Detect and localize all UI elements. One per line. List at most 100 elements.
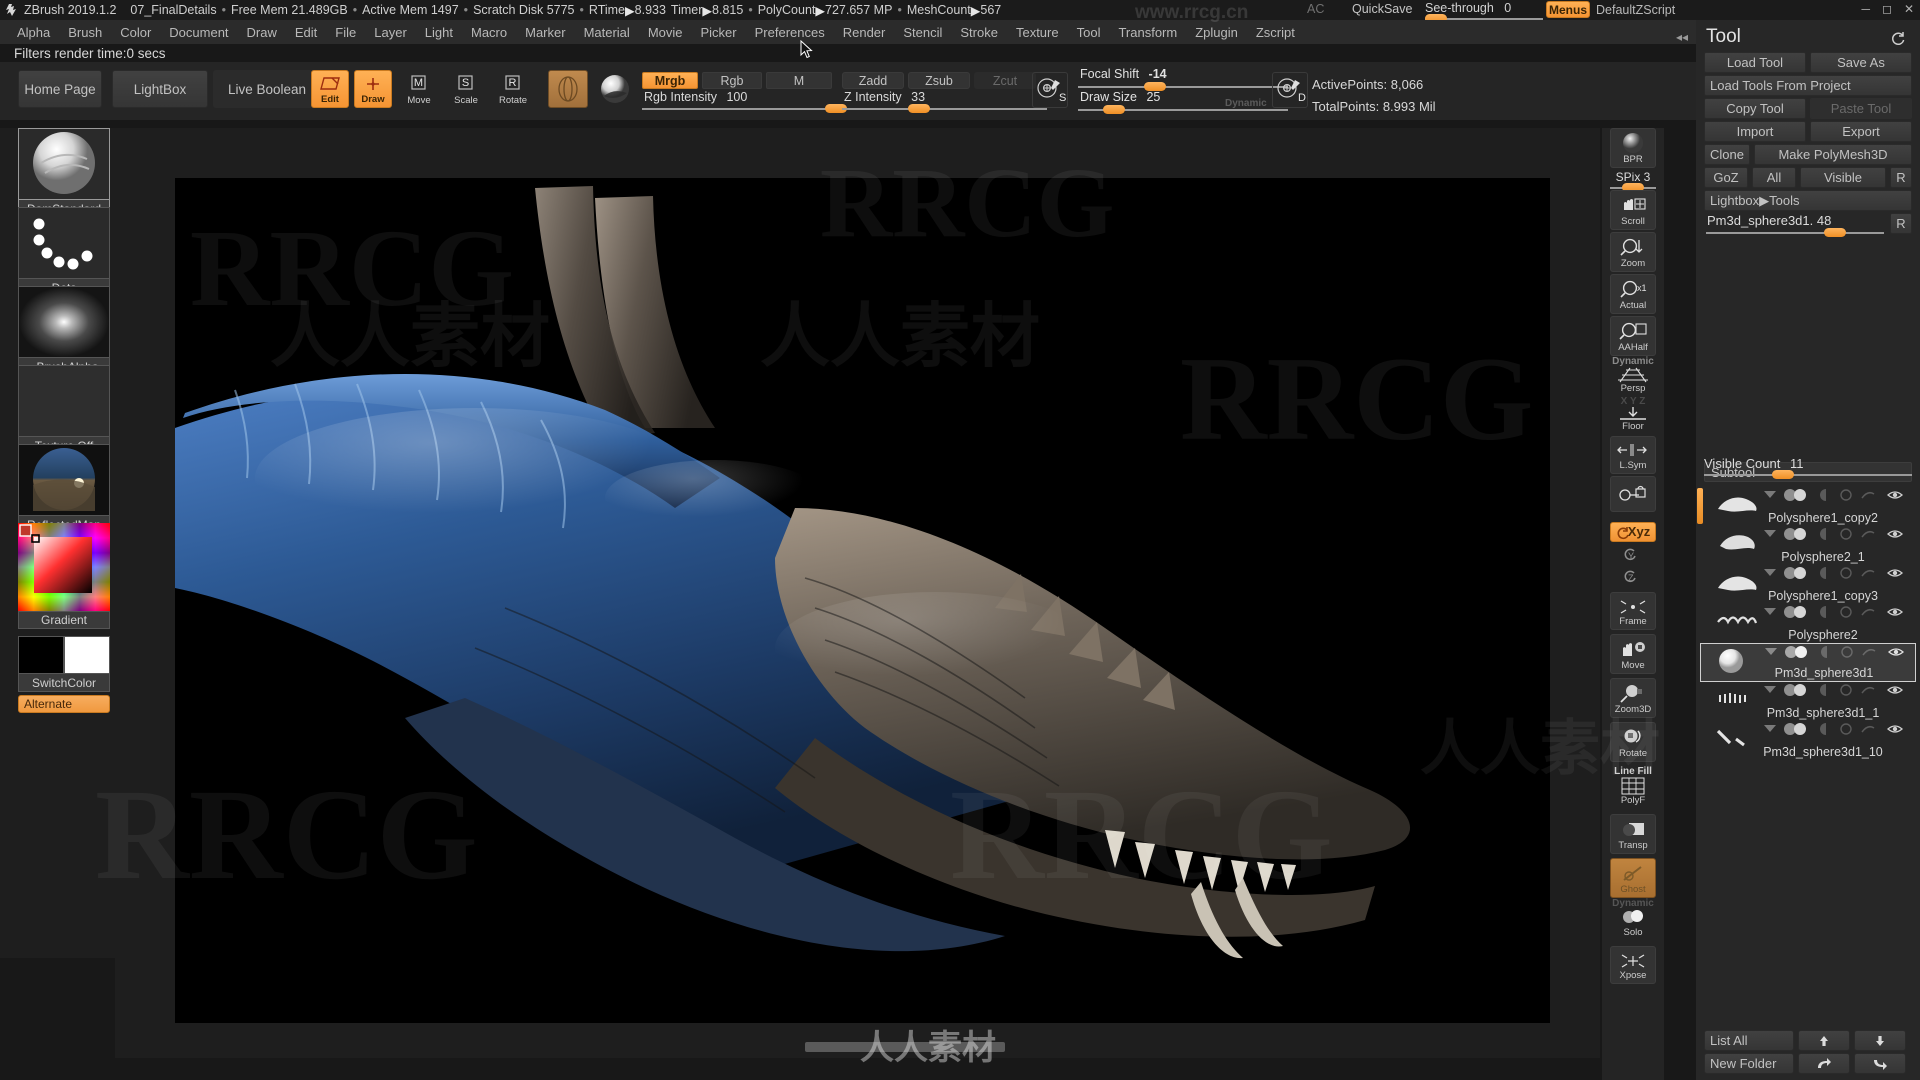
solo-button[interactable]: Solo [1610,908,1656,940]
maximize-icon[interactable]: ◻ [1882,2,1892,16]
menu-item-light[interactable]: Light [416,23,462,42]
frame-button[interactable]: Frame [1610,592,1656,630]
import-button[interactable]: Import [1704,121,1806,142]
subtool-icon-row[interactable] [1759,645,1911,659]
primary-color-swatch[interactable] [18,636,64,674]
z-rotate-button[interactable]: Z [1610,566,1656,586]
export-button[interactable]: Export [1810,121,1912,142]
texture-palette-item[interactable]: Texture Off [18,365,110,455]
bpr-render-button[interactable]: BPR [1610,128,1656,168]
brush-size-s-icon[interactable]: S [1032,72,1068,108]
list-all-button[interactable]: List All [1704,1030,1794,1051]
draw-size-knob[interactable] [1103,105,1125,114]
aahalf-button[interactable]: AAHalf [1610,316,1656,356]
subtool-row-pm3d-sphere3d1-1[interactable]: Pm3d_sphere3d1_1 [1700,682,1916,721]
material-sphere-icon[interactable] [600,74,630,104]
perspective-button[interactable]: Persp [1610,366,1656,396]
reset-icon[interactable] [1890,30,1906,46]
visible-count-slider[interactable]: Visible Count 11 [1704,456,1912,479]
menu-item-brush[interactable]: Brush [59,23,111,42]
menu-item-picker[interactable]: Picker [692,23,746,42]
save-as-button[interactable]: Save As [1810,52,1912,73]
menu-item-alpha[interactable]: Alpha [8,23,59,42]
menu-item-zscript[interactable]: Zscript [1247,23,1304,42]
scroll-button[interactable]: Scroll [1610,190,1656,230]
zcut-button[interactable]: Zcut [974,72,1036,89]
z-intensity-slider[interactable]: Z Intensity 33 [842,90,1047,113]
current-tool-r-button[interactable]: R [1890,213,1912,234]
transform-lock-button[interactable] [1610,476,1656,512]
stroke-palette-item[interactable]: Dots [18,207,110,297]
menu-item-stroke[interactable]: Stroke [951,23,1007,42]
mrgb-button[interactable]: Mrgb [642,72,698,89]
rotate-view-button[interactable]: Rotate [1610,722,1656,762]
floor-button[interactable]: Floor [1610,406,1656,434]
color-swatches[interactable] [18,636,110,674]
default-zscript-label[interactable]: DefaultZScript [1596,3,1675,17]
zsub-button[interactable]: Zsub [908,72,970,89]
subtool-icon-row[interactable] [1758,488,1910,502]
subtool-row-polysphere1-copy2[interactable]: Polysphere1_copy2 [1700,487,1916,526]
xpose-button[interactable]: Xpose [1610,946,1656,984]
menu-item-movie[interactable]: Movie [639,23,692,42]
paste-tool-button[interactable]: Paste Tool [1810,98,1912,119]
menu-item-zplugin[interactable]: Zplugin [1186,23,1247,42]
subtool-row-pm3d-sphere3d1[interactable]: Pm3d_sphere3d1 [1700,643,1916,682]
ghost-toggle[interactable]: Ghost [1610,858,1656,898]
new-folder-button[interactable]: New Folder [1704,1053,1794,1074]
subtool-row-pm3d-sphere3d1-10[interactable]: Pm3d_sphere3d1_10 [1700,721,1916,760]
menu-item-macro[interactable]: Macro [462,23,516,42]
subtool-icon-row[interactable] [1758,683,1910,697]
clone-button[interactable]: Clone [1704,144,1750,165]
secondary-color-swatch[interactable] [64,636,110,674]
brush-palette-item[interactable]: DamStandard [18,128,110,218]
menu-item-document[interactable]: Document [160,23,237,42]
transparency-button[interactable]: Transp [1610,814,1656,854]
quicksave-button[interactable]: QuickSave [1352,2,1412,16]
menu-item-file[interactable]: File [326,23,365,42]
m-button[interactable]: M [766,72,832,89]
move-mode-button[interactable]: M Move [400,70,438,108]
goz-r-button[interactable]: R [1890,167,1912,188]
home-page-button[interactable]: Home Page [18,70,102,108]
subtool-icon-row[interactable] [1758,527,1910,541]
menu-item-preferences[interactable]: Preferences [746,23,834,42]
zadd-button[interactable]: Zadd [842,72,904,89]
close-icon[interactable]: ✕ [1904,2,1914,16]
lightbox-tools-button[interactable]: Lightbox▶Tools [1704,190,1912,211]
viewport-canvas[interactable] [175,178,1550,1023]
load-tool-button[interactable]: Load Tool [1704,52,1806,73]
goz-all-button[interactable]: All [1752,167,1796,188]
alternate-button[interactable]: Alternate [18,695,110,713]
see-through-slider[interactable]: See-through 0 [1425,1,1543,23]
minimize-icon[interactable]: ─ [1861,2,1870,16]
alpha-palette-item[interactable]: ~BrushAlpha [18,286,110,376]
draw-mode-button[interactable]: Draw [354,70,392,108]
actual-size-button[interactable]: x1 Actual [1610,274,1656,314]
y-rotate-button[interactable]: Y [1610,544,1656,564]
menu-item-stencil[interactable]: Stencil [894,23,951,42]
visible-count-knob[interactable] [1772,470,1794,479]
xyz-rotate-toggle[interactable]: Xyz [1610,522,1656,542]
edit-mode-button[interactable]: Edit [311,70,349,108]
menu-item-draw[interactable]: Draw [238,23,286,42]
copy-tool-button[interactable]: Copy Tool [1704,98,1806,119]
menu-item-transform[interactable]: Transform [1109,23,1186,42]
split-button[interactable] [1854,1053,1906,1074]
goz-visible-button[interactable]: Visible [1800,167,1886,188]
move-down-button[interactable] [1854,1030,1906,1051]
subtool-row-polysphere2-1[interactable]: Polysphere2_1 [1700,526,1916,565]
dynamic-label[interactable]: Dynamic [1225,98,1267,109]
rgb-intensity-slider[interactable]: Rgb Intensity 100 [642,90,857,113]
rgb-button[interactable]: Rgb [702,72,762,89]
polyframe-button[interactable]: PolyF [1610,776,1656,808]
subtool-row-polysphere1-copy3[interactable]: Polysphere1_copy3 [1700,565,1916,604]
menu-item-marker[interactable]: Marker [516,23,574,42]
lightbox-button[interactable]: LightBox [112,70,208,108]
subtool-row-polysphere2[interactable]: Polysphere2 [1700,604,1916,643]
load-tools-from-project-button[interactable]: Load Tools From Project [1704,75,1912,96]
color-picker[interactable]: Gradient [18,523,110,629]
goz-button[interactable]: GoZ [1704,167,1748,188]
zoom3d-button[interactable]: Zoom3D [1610,678,1656,718]
rotate-mode-button[interactable]: R Rotate [494,70,532,108]
